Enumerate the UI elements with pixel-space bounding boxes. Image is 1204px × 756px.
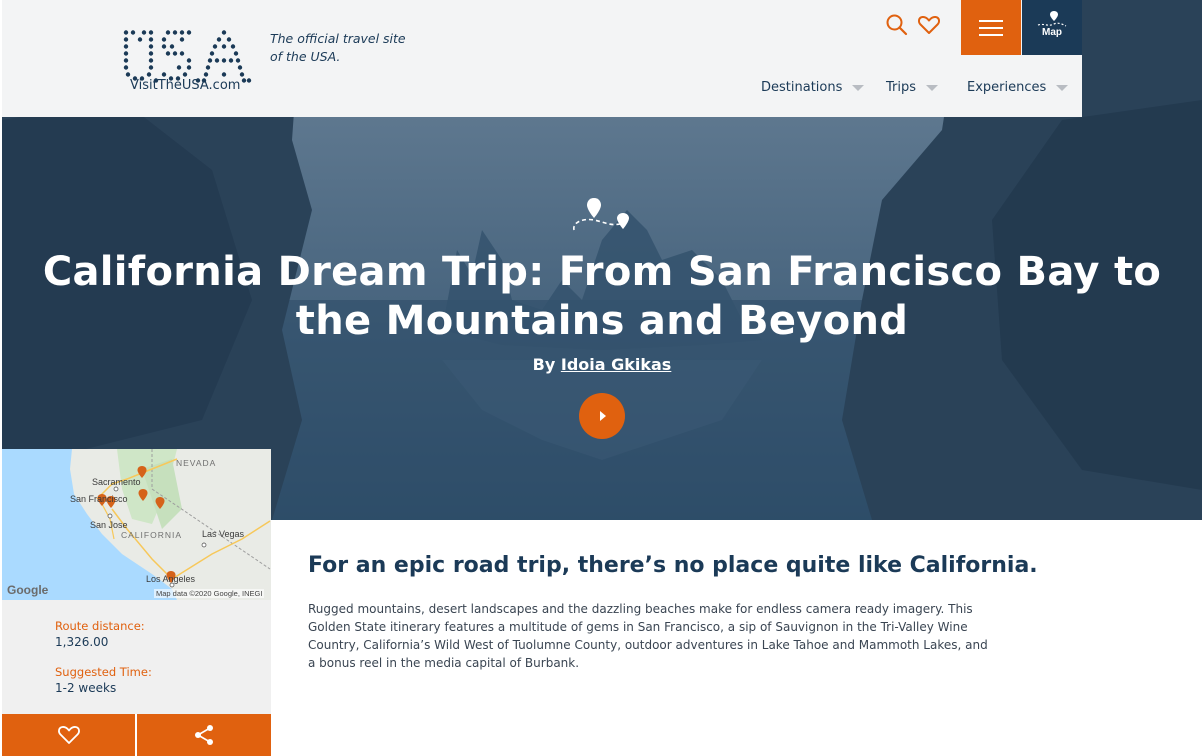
nav-destinations[interactable]: Destinations (761, 80, 865, 95)
map-terrain (2, 449, 271, 600)
play-icon (600, 411, 606, 421)
action-bar (2, 714, 271, 756)
search-icon[interactable] (884, 12, 910, 38)
route-distance-label: Route distance: (55, 619, 145, 633)
suggested-time-value: 1-2 weeks (55, 681, 117, 695)
page-title: California Dream Trip: From San Francisc… (42, 249, 1162, 344)
share-icon (194, 725, 213, 745)
site-tagline: The official travel site of the USA. (270, 31, 406, 64)
chevron-down-icon (1056, 84, 1069, 91)
favorite-button[interactable] (2, 714, 135, 756)
map-label-sacramento: Sacramento (92, 477, 141, 487)
share-button[interactable] (137, 714, 270, 756)
route-distance-value: 1,326.00 (55, 635, 109, 649)
menu-button[interactable] (961, 0, 1021, 55)
map-button[interactable]: Map (1022, 0, 1082, 55)
google-logo: Google (7, 583, 49, 597)
map-label-nevada: NEVADA (176, 458, 217, 468)
article-headline: For an epic road trip, there’s no place … (308, 553, 1038, 578)
nav-destinations-label: Destinations (761, 80, 843, 95)
map-button-label: Map (1042, 27, 1062, 38)
byline: By Idoia Gkikas (300, 355, 904, 374)
author-link[interactable]: Idoia Gkikas (561, 355, 671, 374)
route-info-panel: Route distance: 1,326.00 Suggested Time:… (2, 600, 271, 714)
nav-trips[interactable]: Trips (886, 80, 939, 95)
map-label-san-jose: San Jose (90, 520, 128, 530)
logo-wordmark[interactable]: VisitTheUSA.com (130, 78, 240, 93)
nav-experiences[interactable]: Experiences (967, 80, 1069, 95)
chevron-down-icon (926, 84, 939, 91)
map-label-los-angeles: Los Angeles (146, 574, 196, 584)
byline-prefix: By (532, 355, 556, 374)
suggested-time-label: Suggested Time: (55, 665, 152, 679)
map-label-san-francisco: San Francisco (70, 494, 128, 504)
nav-experiences-label: Experiences (967, 80, 1047, 95)
article-body: Rugged mountains, desert landscapes and … (308, 602, 988, 670)
hamburger-icon (979, 19, 1003, 36)
map-label-las-vegas: Las Vegas (202, 529, 245, 539)
trip-route-icon (573, 198, 629, 231)
map-credit: Map data ©2020 Google, INEGI (154, 589, 265, 598)
map-label-california: CALIFORNIA (121, 530, 183, 540)
heart-icon[interactable] (916, 12, 942, 38)
map-pin-icon (1037, 11, 1067, 27)
route-map[interactable]: NEVADA Sacramento San Francisco San Jose… (2, 449, 271, 600)
site-header: VisitTheUSA.com The official travel site… (2, 0, 1082, 117)
nav-trips-label: Trips (886, 80, 917, 95)
play-video-button[interactable] (579, 393, 625, 439)
heart-icon (57, 726, 80, 744)
chevron-down-icon (852, 84, 865, 91)
